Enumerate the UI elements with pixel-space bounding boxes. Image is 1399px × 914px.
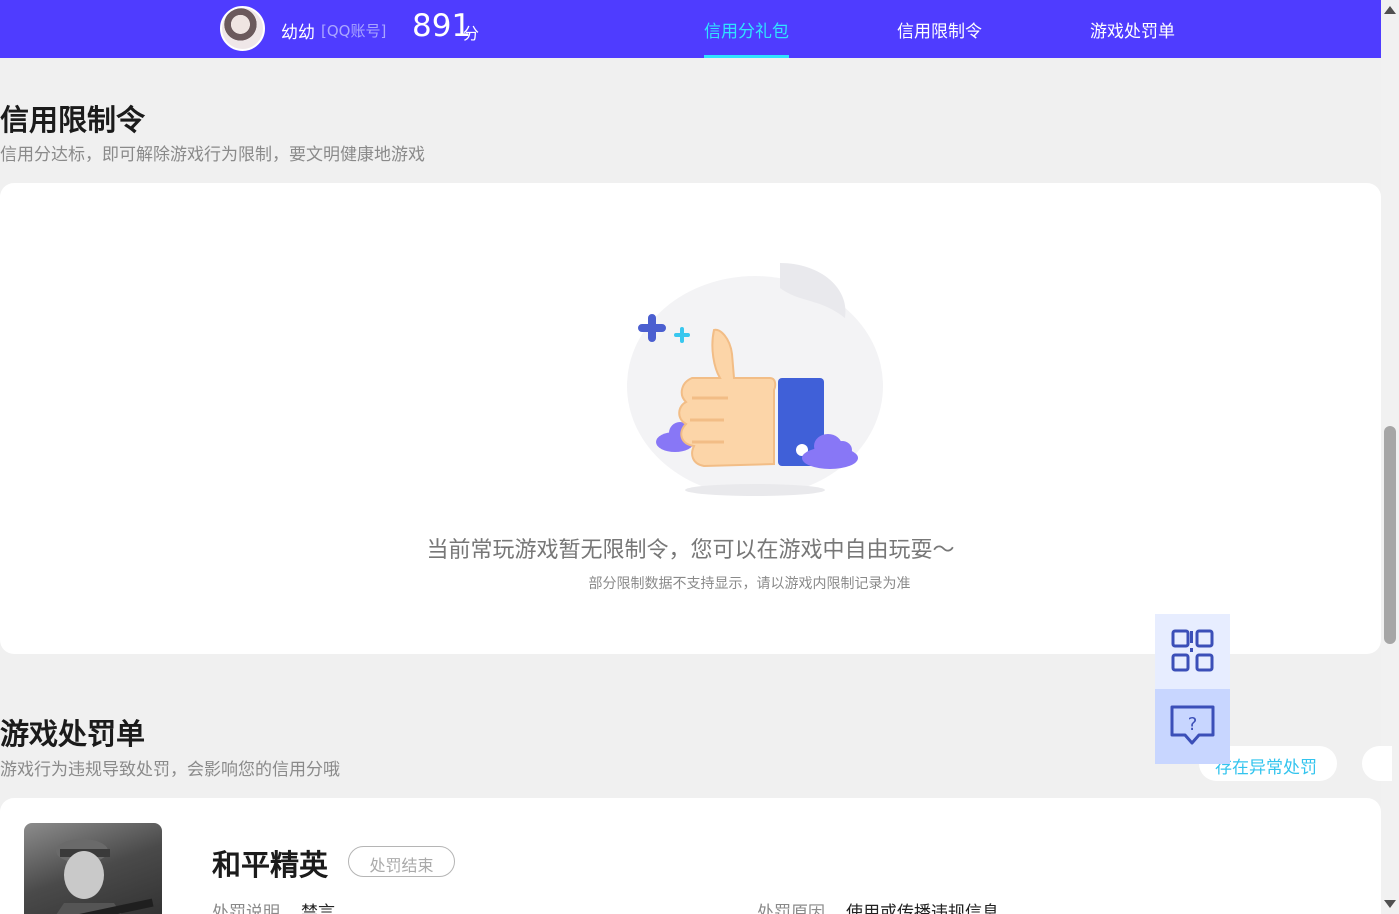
filter-pill-partial[interactable] xyxy=(1362,746,1392,781)
penalty-subtitle: 游戏行为违规导致处罚，会影响您的信用分哦 xyxy=(0,760,340,780)
qr-code-button[interactable] xyxy=(1155,614,1230,689)
restriction-title: 信用限制令 xyxy=(0,103,146,137)
soldier-icon xyxy=(34,839,154,914)
game-name: 和平精英 xyxy=(212,848,329,882)
tab-penalty-list[interactable]: 游戏处罚单 xyxy=(1090,17,1175,58)
help-chat-icon: ? xyxy=(1170,705,1215,745)
penalty-reason-label: 处罚原因 xyxy=(757,903,825,914)
tab-restriction-order[interactable]: 信用限制令 xyxy=(897,17,982,58)
account-type: [QQ账号] xyxy=(321,22,387,40)
game-thumbnail xyxy=(24,823,162,914)
restriction-subtitle: 信用分达标，即可解除游戏行为限制，要文明健康地游戏 xyxy=(0,145,425,165)
svg-text:?: ? xyxy=(1188,714,1198,735)
score-unit: 分 xyxy=(463,24,480,43)
help-button[interactable]: ? xyxy=(1155,689,1230,764)
scroll-up-icon[interactable] xyxy=(1384,6,1396,14)
penalty-desc-value: 禁言 xyxy=(301,903,335,914)
empty-message: 当前常玩游戏暂无限制令，您可以在游戏中自由玩耍～ xyxy=(426,538,955,563)
username: 幼幼 xyxy=(281,23,315,43)
top-header: 幼幼 [QQ账号] 891 分 信用分礼包 信用限制令 游戏处罚单 xyxy=(0,0,1381,58)
penalty-desc-label: 处罚说明 xyxy=(212,903,280,914)
tab-credit-gift[interactable]: 信用分礼包 xyxy=(704,17,789,58)
penalty-title: 游戏处罚单 xyxy=(0,717,146,751)
scrollbar-thumb[interactable] xyxy=(1384,426,1396,644)
avatar[interactable] xyxy=(220,6,265,51)
qr-code-icon xyxy=(1171,629,1214,672)
penalty-reason-value: 使用或传播违规信息 xyxy=(846,903,999,914)
empty-note: 部分限制数据不支持显示，请以游戏内限制记录为准 xyxy=(588,576,911,592)
thumbs-up-icon xyxy=(627,263,883,496)
floating-toolbar: ? xyxy=(1155,614,1230,764)
scroll-down-icon[interactable] xyxy=(1384,900,1396,908)
penalty-card[interactable] xyxy=(0,798,1381,914)
status-badge: 处罚结束 xyxy=(348,846,455,877)
